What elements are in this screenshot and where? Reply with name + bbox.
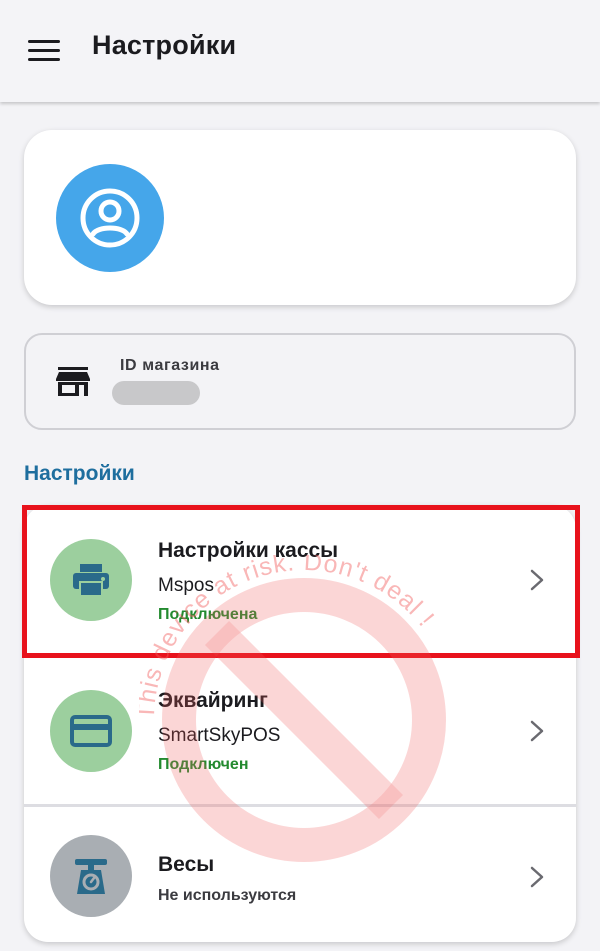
store-id-card[interactable]: ID магазина [24, 333, 576, 430]
section-title: Настройки [24, 462, 135, 485]
item-title: Настройки кассы [158, 539, 339, 562]
settings-list: Настройки кассы Mspos Подключена Эквайри… [24, 505, 576, 942]
account-circle-icon[interactable] [56, 164, 164, 272]
item-title: Весы [158, 853, 215, 876]
status-badge: Не используются [158, 887, 297, 904]
status-badge: Подключена [158, 606, 258, 623]
store-id-label: ID магазина [120, 357, 220, 374]
storefront-icon [56, 367, 90, 396]
chevron-right-icon [530, 866, 544, 888]
app-bar: Настройки [0, 0, 600, 102]
chevron-right-icon [530, 720, 544, 742]
item-title: Эквайринг [158, 689, 268, 712]
cash-register-settings-item[interactable]: Настройки кассы Mspos Подключена [24, 505, 576, 653]
scale-icon [50, 835, 132, 917]
credit-card-icon [50, 690, 132, 772]
profile-card[interactable] [24, 130, 576, 305]
chevron-right-icon [530, 569, 544, 591]
item-subtitle: Mspos [158, 575, 214, 596]
store-id-value-redacted [112, 381, 200, 405]
scales-settings-item[interactable]: Весы Не используются [24, 807, 576, 942]
status-badge: Подключен [158, 756, 249, 773]
item-subtitle: SmartSkyPOS [158, 725, 281, 746]
printer-icon [50, 539, 132, 621]
hamburger-menu-icon[interactable] [22, 32, 66, 68]
page-title: Настройки [92, 30, 237, 60]
acquiring-settings-item[interactable]: Эквайринг SmartSkyPOS Подключен [24, 656, 576, 804]
